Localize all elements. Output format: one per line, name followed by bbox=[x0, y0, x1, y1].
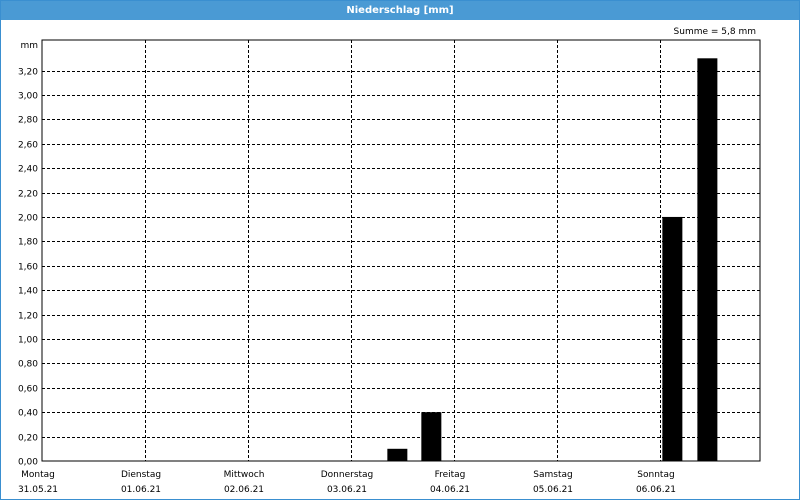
y-tick-label: 2,20 bbox=[18, 190, 38, 200]
y-axis-unit: mm bbox=[20, 41, 38, 51]
sum-label: Summe = 5,8 mm bbox=[674, 27, 756, 37]
x-date-label: 01.06.21 bbox=[121, 485, 161, 495]
precipitation-bar bbox=[421, 412, 442, 461]
precipitation-bar bbox=[387, 448, 408, 461]
x-date-label: 02.06.21 bbox=[224, 485, 264, 495]
x-day-label: Samstag bbox=[533, 470, 572, 480]
x-date-label: 06.06.21 bbox=[636, 485, 676, 495]
x-day-label: Donnerstag bbox=[321, 470, 374, 480]
y-tick-label: 0,20 bbox=[18, 434, 38, 444]
x-date-label: 03.06.21 bbox=[327, 485, 367, 495]
y-tick-label: 0,80 bbox=[18, 360, 38, 370]
x-date-label: 04.06.21 bbox=[430, 485, 470, 495]
y-tick-label: 0,60 bbox=[18, 385, 38, 395]
y-tick-label: 2,80 bbox=[18, 116, 38, 126]
precipitation-bar bbox=[662, 216, 683, 461]
y-tick-label: 0,40 bbox=[18, 409, 38, 419]
y-tick-label: 1,80 bbox=[18, 238, 38, 248]
precipitation-bar bbox=[697, 58, 718, 461]
y-tick-label: 3,00 bbox=[18, 92, 38, 102]
x-day-label: Sonntag bbox=[637, 470, 674, 480]
y-tick-label: 2,00 bbox=[18, 214, 38, 224]
x-date-label: 05.06.21 bbox=[533, 485, 573, 495]
y-tick-label: 1,00 bbox=[18, 336, 38, 346]
x-day-label: Freitag bbox=[435, 470, 466, 480]
y-tick-label: 1,40 bbox=[18, 287, 38, 297]
y-tick-label: 0,00 bbox=[18, 458, 38, 468]
y-tick-label: 2,40 bbox=[18, 165, 38, 175]
precipitation-chart: 0,00 0,20 0,40 0,60 0,80 1,00 1,20 1,40 1,60 1,80… bbox=[18, 27, 761, 495]
x-day-label: Dienstag bbox=[121, 470, 161, 480]
y-tick-label: 1,60 bbox=[18, 263, 38, 273]
y-tick-label: 1,20 bbox=[18, 312, 38, 322]
y-tick-label: 2,60 bbox=[18, 141, 38, 151]
y-tick-label: 3,20 bbox=[18, 68, 38, 78]
x-day-label: Montag bbox=[21, 470, 55, 480]
x-day-label: Mittwoch bbox=[224, 470, 265, 480]
plot-frame bbox=[41, 39, 761, 462]
x-date-label: 31.05.21 bbox=[18, 485, 58, 495]
